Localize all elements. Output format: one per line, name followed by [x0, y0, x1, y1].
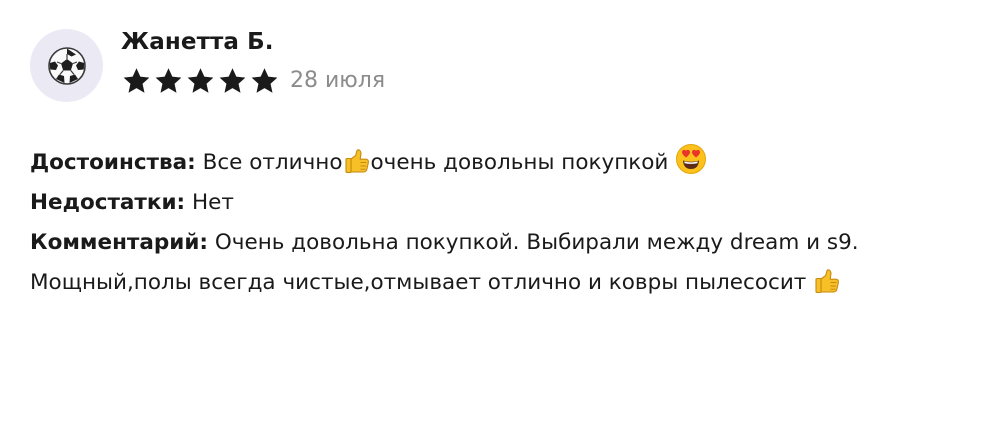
star-icon	[123, 67, 150, 93]
pros-text-end: очень довольны покупкой	[370, 150, 676, 175]
comment-line-2: Мощный,полы всегда чистые,отмывает отлич…	[30, 263, 975, 303]
thumbs-up-icon	[344, 149, 369, 174]
review-body: Достоинства: Все отлично очень довольны …	[30, 143, 975, 303]
review-card: Жанетта Б. 28 июля Достоинства: Все отли…	[0, 0, 995, 446]
comment-text-1: Очень довольна покупкой. Выбирали между …	[208, 230, 859, 255]
pros-label: Достоинства:	[30, 150, 196, 175]
pros-text-start: Все отлично	[195, 150, 343, 175]
heart-eyes-icon	[676, 144, 707, 174]
review-header: Жанетта Б. 28 июля	[30, 29, 385, 102]
comment-text-2: Мощный,полы всегда чистые,отмывает отлич…	[30, 270, 814, 295]
comment-line: Комментарий: Очень довольна покупкой. Вы…	[30, 223, 975, 263]
pros-line: Достоинства: Все отлично очень довольны …	[30, 143, 975, 183]
cons-label: Недостатки:	[30, 190, 186, 215]
cons-line: Недостатки: Нет	[30, 183, 975, 223]
user-meta: Жанетта Б. 28 июля	[121, 29, 385, 96]
star-icon	[187, 67, 214, 93]
review-date: 28 июля	[290, 67, 386, 93]
star-icon	[219, 67, 246, 93]
avatar[interactable]	[30, 29, 103, 102]
rating-stars	[121, 66, 280, 96]
thumbs-up-icon	[815, 269, 840, 294]
rating-row: 28 июля	[121, 66, 385, 96]
soccer-ball-icon	[47, 46, 86, 85]
cons-text: Нет	[185, 190, 234, 215]
comment-label: Комментарий:	[30, 230, 209, 255]
star-icon	[251, 67, 278, 93]
author-name[interactable]: Жанетта Б.	[121, 28, 385, 56]
star-icon	[155, 67, 182, 93]
